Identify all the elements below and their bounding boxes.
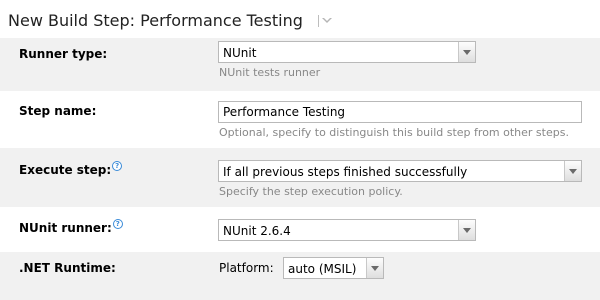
step-name-row: Step name: Optional, specify to distingu… — [0, 91, 600, 148]
page-title: New Build Step: Performance Testing — [8, 11, 303, 30]
chevron-down-icon[interactable] — [458, 42, 475, 62]
chevron-down-icon[interactable] — [564, 161, 581, 181]
net-runtime-label: .NET Runtime: — [19, 261, 116, 275]
nunit-runner-label: NUnit runner: — [19, 221, 112, 235]
chevron-down-icon[interactable] — [317, 14, 333, 28]
runner-type-select[interactable]: NUnit — [218, 41, 476, 63]
step-name-hint: Optional, specify to distinguish this bu… — [219, 126, 569, 139]
execute-step-value: If all previous steps finished successfu… — [223, 165, 468, 179]
platform-value: auto (MSIL) — [288, 262, 357, 276]
nunit-runner-row: NUnit runner:? NUnit 2.6.4 — [0, 207, 600, 252]
execute-step-label-wrap: Execute step:? — [19, 161, 123, 177]
dropdown-triangle-icon — [322, 18, 332, 23]
runner-type-label: Runner type: — [19, 47, 108, 61]
nunit-runner-select[interactable]: NUnit 2.6.4 — [218, 219, 476, 241]
runner-type-value: NUnit — [223, 46, 257, 60]
step-name-input[interactable] — [218, 101, 582, 123]
menu-separator — [318, 15, 319, 27]
nunit-runner-label-wrap: NUnit runner:? — [19, 219, 123, 235]
chevron-down-icon[interactable] — [366, 258, 383, 278]
net-runtime-row: .NET Runtime: Platform: auto (MSIL) — [0, 252, 600, 300]
platform-select[interactable]: auto (MSIL) — [283, 257, 384, 279]
help-icon[interactable]: ? — [112, 161, 123, 171]
execute-step-row: Execute step:? If all previous steps fin… — [0, 148, 600, 207]
chevron-down-icon[interactable] — [458, 220, 475, 240]
nunit-runner-value: NUnit 2.6.4 — [223, 224, 291, 238]
execute-step-select[interactable]: If all previous steps finished successfu… — [218, 160, 582, 182]
step-name-label: Step name: — [19, 104, 97, 118]
execute-step-label: Execute step: — [19, 163, 112, 177]
runner-type-row: Runner type: NUnit NUnit tests runner — [0, 38, 600, 91]
page-header: New Build Step: Performance Testing — [0, 0, 600, 38]
platform-label: Platform: — [219, 261, 274, 275]
runner-type-hint: NUnit tests runner — [219, 66, 321, 79]
help-icon[interactable]: ? — [112, 219, 123, 229]
execute-step-hint: Specify the step execution policy. — [219, 185, 403, 198]
